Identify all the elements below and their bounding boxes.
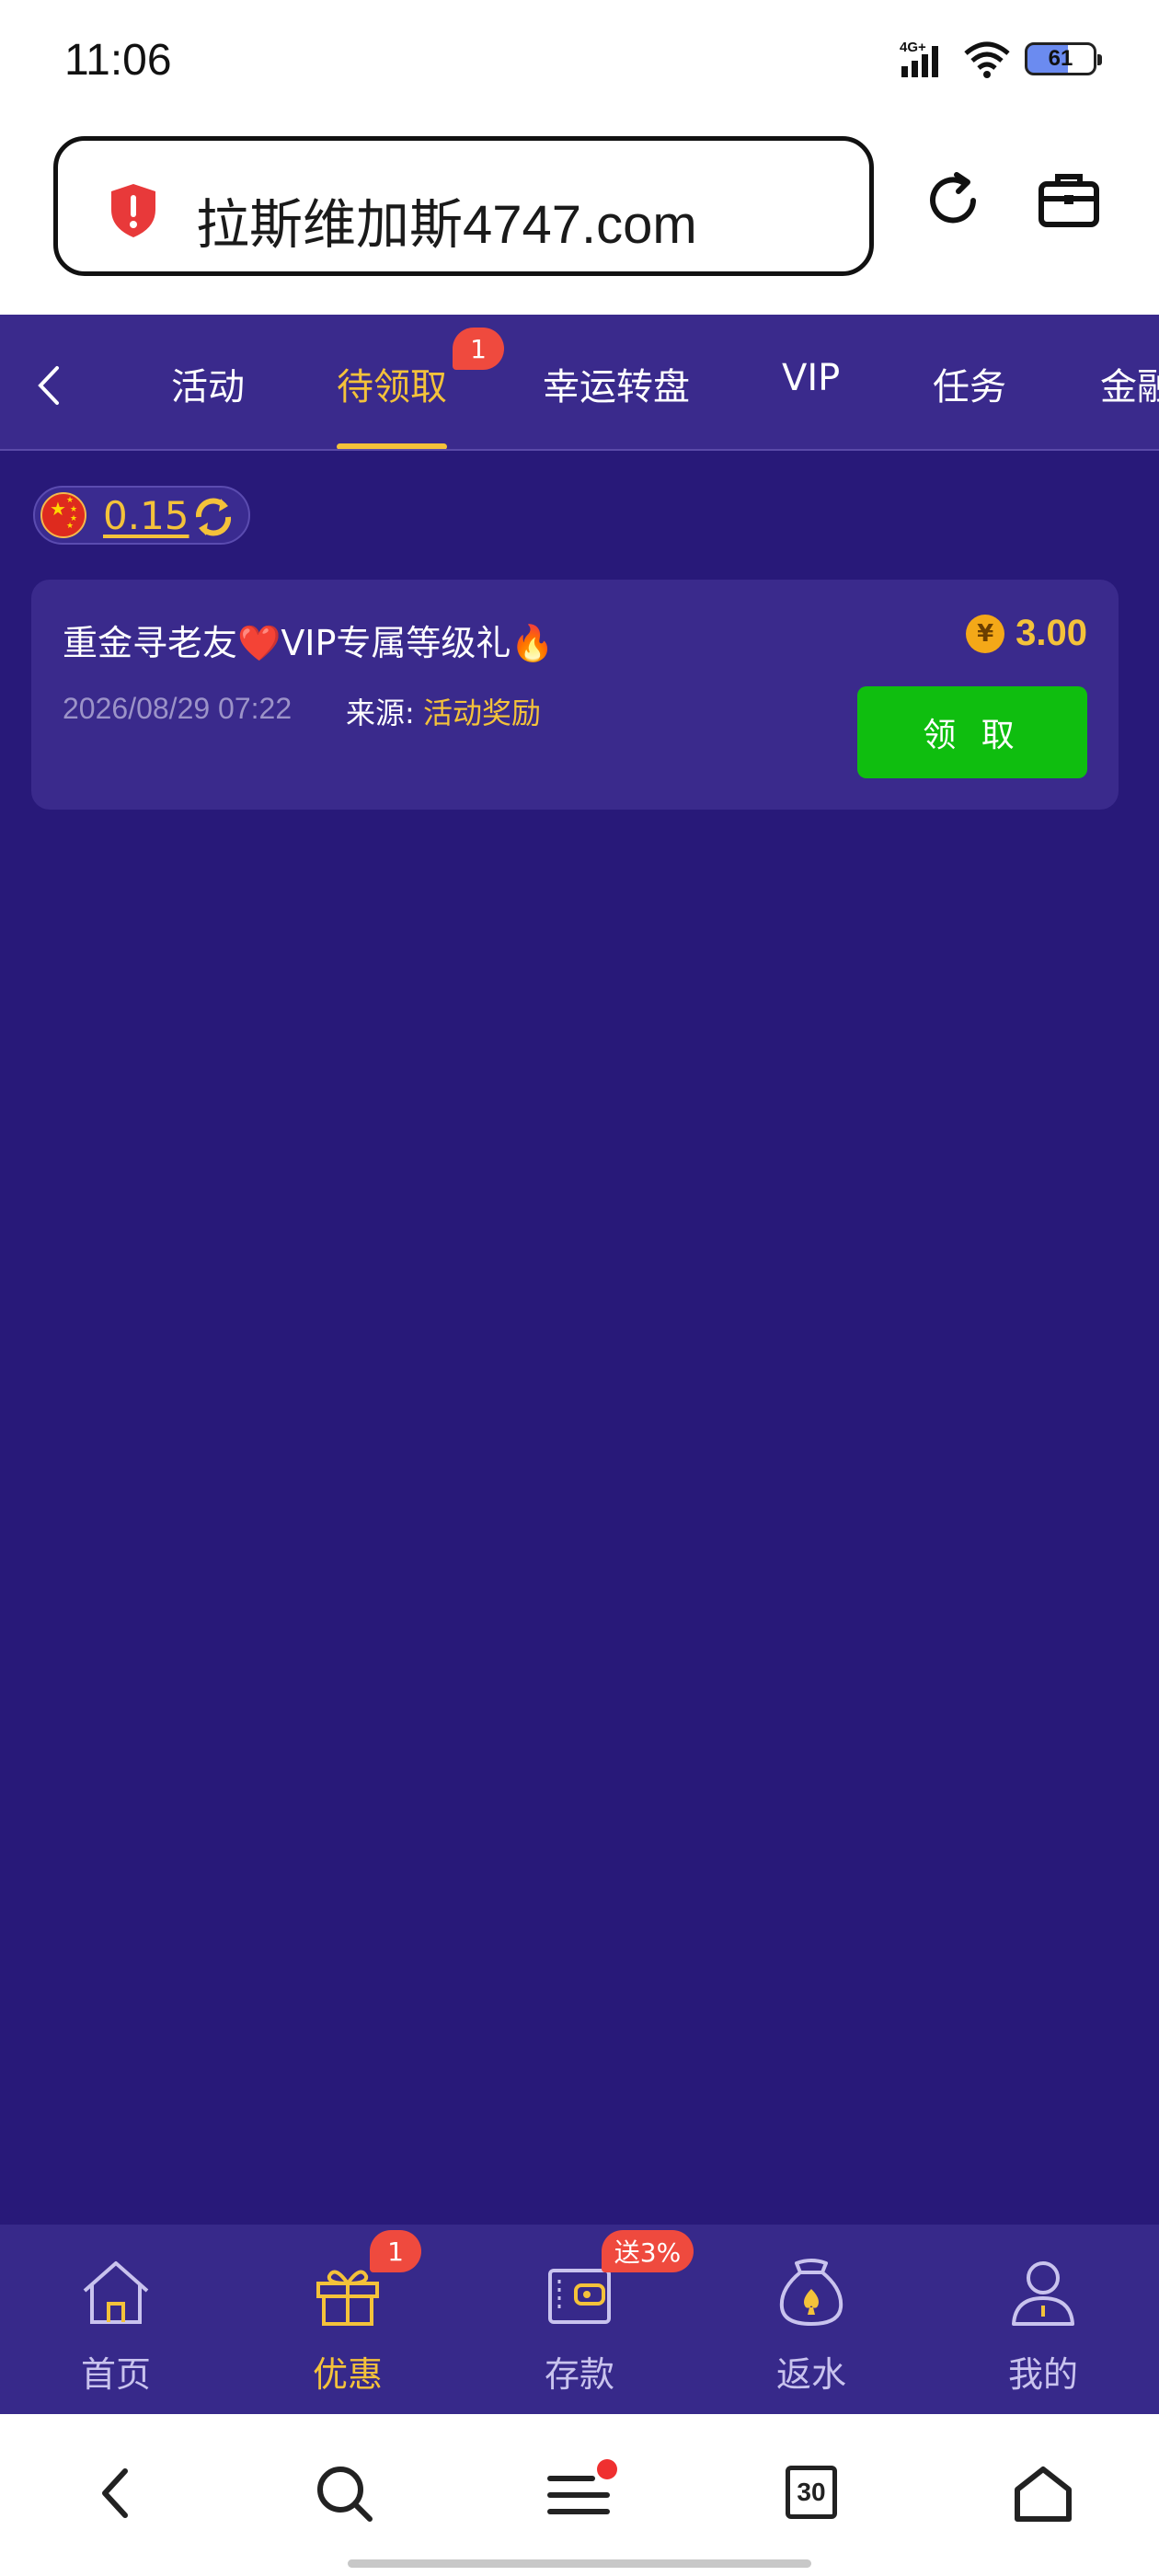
user-icon (1012, 2261, 1074, 2326)
refresh-balance-icon[interactable] (189, 493, 237, 541)
nav-profile[interactable]: 我的 (927, 2225, 1159, 2414)
nav-deposit[interactable]: 送3% 存款 (464, 2225, 695, 2414)
network-type: 4G+ (900, 40, 926, 55)
reward-source-label: 来源: (346, 696, 415, 730)
tab-lucky-wheel[interactable]: 幸运转盘 (543, 357, 690, 410)
reward-title: 重金寻老友❤️VIP专属等级礼🔥 (63, 623, 555, 663)
home-icon (83, 2261, 149, 2324)
battery-level: 61 (1048, 46, 1073, 71)
active-tab-indicator (337, 443, 447, 449)
bottom-nav: 首页 1 优惠 送3% 存款 返水 我的 (0, 2225, 1159, 2414)
battery-indicator: 61 (1025, 42, 1102, 75)
search-icon[interactable] (315, 2464, 375, 2524)
status-bar: 11:06 4G+ 61 (0, 0, 1159, 123)
coin-icon: ¥ (966, 614, 1005, 653)
home-indicator[interactable] (348, 2559, 811, 2568)
menu-icon[interactable] (546, 2458, 620, 2524)
tab-finance[interactable]: 金融 (1100, 357, 1159, 410)
pending-count-badge: 1 (453, 328, 504, 370)
browser-home-icon[interactable] (1012, 2464, 1074, 2524)
nav-rebate[interactable]: 返水 (695, 2225, 927, 2414)
url-text: 拉斯维加斯4747.com (196, 195, 697, 255)
tab-tasks[interactable]: 任务 (933, 357, 1006, 410)
claim-button[interactable]: 领 取 (857, 686, 1087, 778)
balance-pill[interactable]: ★ ★ ★ ★ ★ 0.15 (33, 486, 250, 545)
tab-activity[interactable]: 活动 (171, 357, 245, 410)
china-flag-icon: ★ ★ ★ ★ ★ (40, 492, 86, 538)
tab-vip[interactable]: VIP (782, 357, 840, 399)
money-bag-icon (779, 2259, 843, 2327)
reward-amount-value: 3.00 (1016, 613, 1087, 653)
status-icons: 4G+ 61 (898, 39, 1102, 79)
back-arrow-icon[interactable] (33, 362, 64, 408)
nav-promotions-label: 优惠 (312, 2354, 383, 2395)
nav-home-label: 首页 (80, 2354, 151, 2395)
tab-bar: 活动 待领取 1 幸运转盘 VIP 任务 金融 (0, 315, 1159, 451)
nav-rebate-label: 返水 (775, 2354, 846, 2395)
reward-date: 2026/08/29 07:22 (63, 692, 293, 725)
cellular-signal-icon: 4G+ (900, 40, 938, 77)
tab-count-button[interactable]: 30 (786, 2466, 837, 2519)
nav-deposit-label: 存款 (544, 2354, 614, 2395)
reward-source: 活动奖励 (423, 696, 542, 730)
browser-url-bar: 拉斯维加斯4747.com (0, 123, 1159, 315)
address-bar[interactable]: 拉斯维加斯4747.com (53, 136, 874, 276)
tab-pending[interactable]: 待领取 (337, 357, 447, 410)
status-time: 11:06 (64, 36, 172, 85)
nav-home[interactable]: 首页 (0, 2225, 232, 2414)
reward-amount: ¥ 3.00 (966, 613, 1087, 654)
wifi-icon (964, 41, 1010, 78)
refresh-icon[interactable] (920, 167, 986, 234)
nav-promotions[interactable]: 1 优惠 (232, 2225, 464, 2414)
warning-shield-icon[interactable] (108, 182, 159, 239)
browser-back-icon[interactable] (92, 2464, 138, 2523)
nav-profile-label: 我的 (1007, 2354, 1078, 2395)
balance-value: 0.15 (103, 493, 189, 538)
app-content: 活动 待领取 1 幸运转盘 VIP 任务 金融 ★ ★ ★ ★ ★ 0.15 重… (0, 315, 1159, 2414)
deposit-bonus-badge: 送3% (602, 2230, 694, 2272)
reward-card: 重金寻老友❤️VIP专属等级礼🔥 2026/08/29 07:22 来源: 活动… (31, 580, 1119, 810)
browser-bottom-bar: 30 (0, 2414, 1159, 2576)
briefcase-icon[interactable] (1036, 167, 1102, 234)
promotions-badge: 1 (370, 2230, 421, 2272)
